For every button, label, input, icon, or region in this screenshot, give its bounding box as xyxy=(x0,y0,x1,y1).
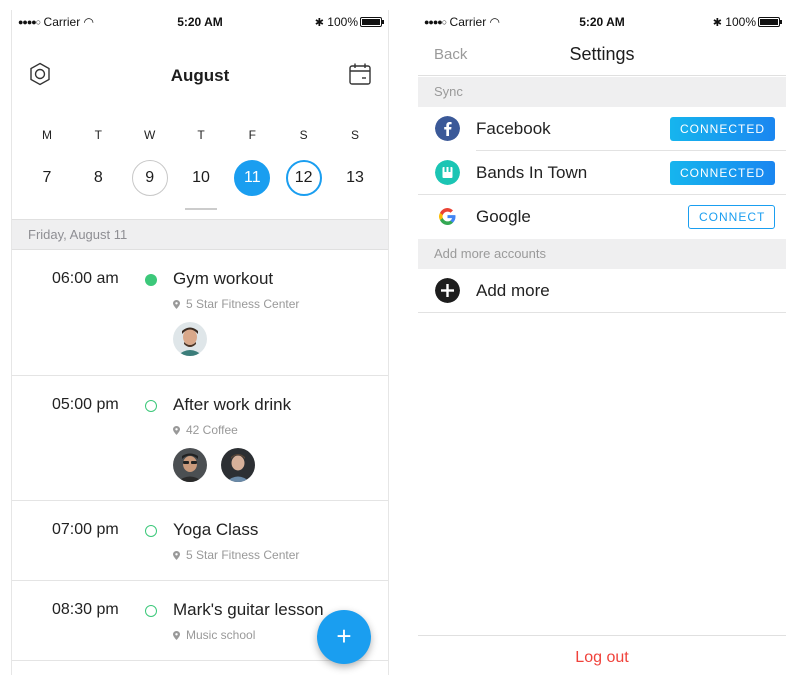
event-location: 5 Star Fitness Center xyxy=(173,297,299,311)
logout-button[interactable]: Log out xyxy=(418,635,786,675)
connect-button[interactable]: CONNECT xyxy=(688,205,775,229)
weekday-label: M xyxy=(42,128,52,142)
event-status-icon xyxy=(145,400,157,412)
event-location-text: 42 Coffee xyxy=(186,423,238,437)
avatar[interactable] xyxy=(173,448,207,482)
add-event-button[interactable]: + xyxy=(317,610,371,664)
event-location-text: 5 Star Fitness Center xyxy=(186,297,300,311)
day-cell-highlighted[interactable]: 12 xyxy=(285,160,322,196)
weekday-label: F xyxy=(248,128,256,142)
add-circle-icon xyxy=(435,278,460,303)
event-location-text: Music school xyxy=(186,628,256,642)
calendar-screen: ●●●●○ Carrier ◠ 5:20 AM ✱ 100% August M … xyxy=(11,10,389,675)
facebook-icon xyxy=(435,116,460,141)
weekday-label: T xyxy=(197,128,205,142)
event-row[interactable]: 07:00 pm Yoga Class 5 Star Fitness Cente… xyxy=(12,501,388,581)
event-status-icon xyxy=(145,605,157,617)
add-more-label: Add more xyxy=(476,281,550,300)
location-pin-icon xyxy=(173,300,180,309)
day-cell[interactable]: 13 xyxy=(337,160,373,196)
battery-status: ✱ 100% xyxy=(712,15,782,29)
settings-screen: ●●●●○ Carrier ◠ 5:20 AM ✱ 100% Back Sett… xyxy=(418,10,786,675)
battery-icon xyxy=(360,17,384,27)
location-pin-icon xyxy=(173,631,180,640)
attendees xyxy=(173,448,255,482)
status-bar: ●●●●○ Carrier ◠ 5:20 AM ✱ 100% xyxy=(12,10,388,32)
add-more-row[interactable]: Add more xyxy=(418,269,786,313)
day-row: 7 8 9 10 11 12 13 xyxy=(29,160,373,196)
event-location: 5 Star Fitness Center xyxy=(173,548,299,562)
event-row[interactable]: 05:00 pm After work drink 42 Coffee xyxy=(12,376,388,501)
status-bar: ●●●●○ Carrier ◠ 5:20 AM ✱ 100% xyxy=(418,10,786,32)
bluetooth-icon: ✱ xyxy=(314,17,324,29)
event-status-icon xyxy=(145,525,157,537)
day-cell[interactable]: 8 xyxy=(80,160,116,196)
date-section-header: Friday, August 11 xyxy=(12,219,388,250)
account-name: Bands In Town xyxy=(476,163,588,182)
connected-button[interactable]: CONNECTED xyxy=(670,117,775,141)
add-accounts-section-header: Add more accounts xyxy=(418,239,786,269)
bluetooth-icon: ✱ xyxy=(712,17,722,29)
battery-label: 100% xyxy=(725,15,756,29)
weekday-label: S xyxy=(350,128,359,142)
attendees xyxy=(173,322,207,356)
event-location: 42 Coffee xyxy=(173,423,238,437)
avatar[interactable] xyxy=(173,322,207,356)
calendar-header: August xyxy=(12,58,388,94)
event-title: After work drink xyxy=(173,395,292,414)
event-title: Gym workout xyxy=(173,269,274,288)
battery-label: 100% xyxy=(327,15,358,29)
day-cell-past-today[interactable]: 9 xyxy=(131,160,168,196)
event-time: 05:00 pm xyxy=(52,396,119,413)
day-cell-selected[interactable]: 11 xyxy=(234,160,271,196)
weekday-row: M T W T F S S xyxy=(29,128,373,142)
event-title: Mark's guitar lesson xyxy=(173,600,324,619)
event-time: 06:00 am xyxy=(52,270,119,287)
event-title: Yoga Class xyxy=(173,520,259,539)
location-pin-icon xyxy=(173,551,180,560)
location-pin-icon xyxy=(173,426,180,435)
event-time: 08:30 pm xyxy=(52,601,119,618)
google-icon xyxy=(439,208,456,225)
account-row-facebook[interactable]: Facebook CONNECTED xyxy=(418,107,786,151)
battery-icon xyxy=(758,17,782,27)
month-title: August xyxy=(170,66,230,85)
day-cell[interactable]: 7 xyxy=(29,160,65,196)
event-row[interactable]: 06:00 am Gym workout 5 Star Fitness Cent… xyxy=(12,250,388,376)
sync-section-header: Sync xyxy=(418,77,786,107)
account-name: Google xyxy=(476,207,531,226)
nav-bar: Back Settings xyxy=(418,32,786,76)
connected-button[interactable]: CONNECTED xyxy=(670,161,775,185)
event-location: Music school xyxy=(173,628,255,642)
calendar-icon[interactable] xyxy=(348,62,372,86)
week-drag-handle[interactable] xyxy=(185,208,217,210)
battery-status: ✱ 100% xyxy=(314,15,384,29)
event-status-icon xyxy=(145,274,157,286)
event-time: 07:00 pm xyxy=(52,521,119,538)
avatar[interactable] xyxy=(221,448,255,482)
page-title: Settings xyxy=(569,44,635,64)
weekday-label: S xyxy=(299,128,308,142)
account-row-google[interactable]: Google CONNECT xyxy=(418,195,786,239)
bandsintown-icon xyxy=(435,160,460,185)
event-location-text: 5 Star Fitness Center xyxy=(186,548,300,562)
account-name: Facebook xyxy=(476,119,551,138)
account-row-bandsintown[interactable]: Bands In Town CONNECTED xyxy=(418,151,786,195)
day-cell[interactable]: 10 xyxy=(183,160,219,196)
weekday-label: W xyxy=(143,128,156,142)
weekday-label: T xyxy=(94,128,102,142)
